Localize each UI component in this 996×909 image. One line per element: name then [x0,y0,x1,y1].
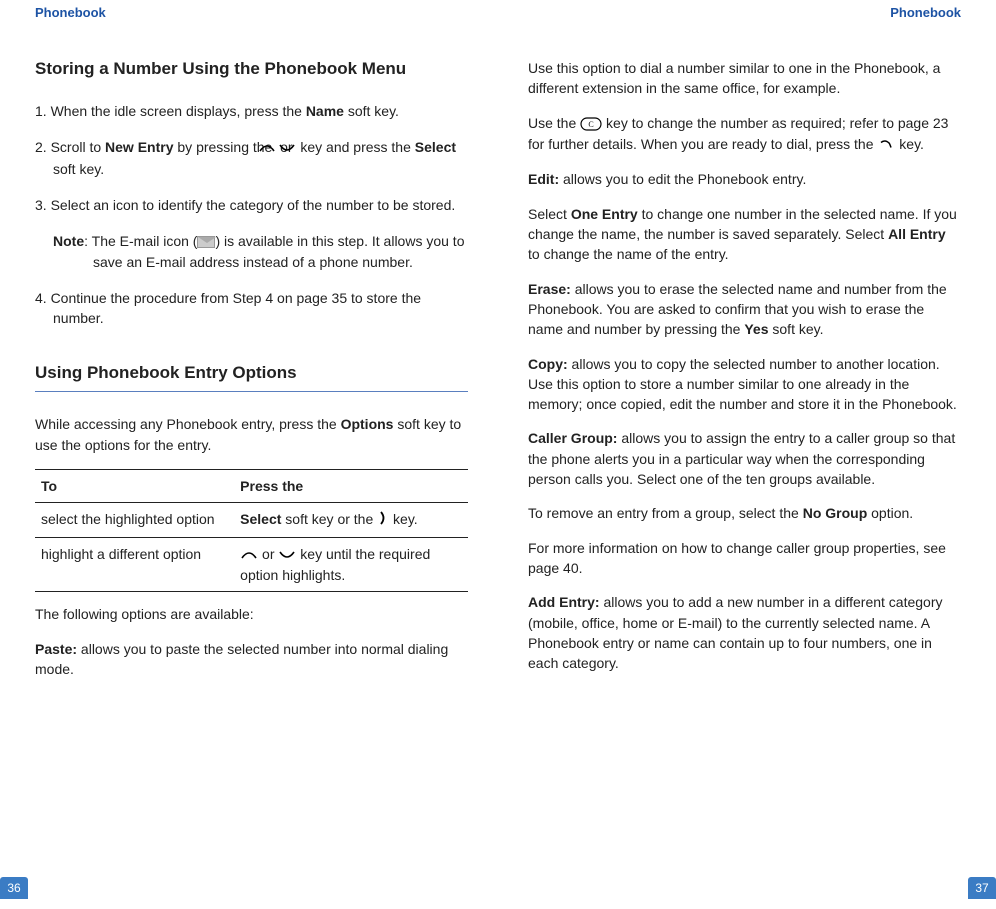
menu-item: New Entry [105,139,173,155]
softkey-name: Name [306,103,344,119]
text: allows you to copy the selected number t… [528,356,957,413]
text: : The E-mail icon ( [84,233,197,249]
option-label: Copy: [528,356,568,372]
text: option. [867,505,913,521]
step-3: 3. Select an icon to identify the catego… [35,195,468,215]
note-label: Note [53,233,84,249]
send-key-icon [877,135,895,155]
table-row: highlight a different option or key unti… [35,537,468,592]
heading-storing-number: Storing a Number Using the Phonebook Men… [35,58,468,81]
option-label: Edit: [528,171,559,187]
text: allows you to paste the selected number … [35,641,448,677]
menu-item: All Entry [888,226,946,242]
text: 1. When the idle screen displays, press … [35,103,306,119]
caller-group-more-info: For more information on how to change ca… [528,538,961,579]
option-add-entry: Add Entry: allows you to add a new numbe… [528,592,961,673]
softkey-yes: Yes [744,321,768,337]
paste-keys: Use the C key to change the number as re… [528,113,961,156]
text: allows you to edit the Phonebook entry. [559,171,806,187]
clear-key-icon: C [580,114,602,134]
option-label: Add Entry: [528,594,600,610]
step-2: 2. Scroll to New Entry by pressing the o… [35,137,468,179]
text: Select [528,206,571,222]
text: 2. Scroll to [35,139,105,155]
options-available: The following options are available: [35,604,468,624]
cell-press: or key until the required option highlig… [234,537,468,592]
note-email-icon: Note: The E-mail icon () is available in… [53,231,468,272]
menu-item: No Group [803,505,868,521]
email-icon [197,236,215,248]
text: or [258,546,278,562]
option-paste: Paste: allows you to paste the selected … [35,639,468,680]
up-key-icon [240,545,258,565]
option-label: Paste: [35,641,77,657]
table-header-row: To Press the [35,469,468,502]
col-to: To [35,469,234,502]
step-1: 1. When the idle screen displays, press … [35,101,468,121]
text: key. [895,136,924,152]
option-copy: Copy: allows you to copy the selected nu… [528,354,961,415]
option-erase: Erase: allows you to erase the selected … [528,279,961,340]
table-row: select the highlighted option Select sof… [35,503,468,537]
page-number-badge: 37 [968,877,996,899]
running-head-right: Phonebook [528,5,961,20]
text: soft key or the [281,511,377,527]
paste-usage: Use this option to dial a number similar… [528,58,961,99]
text: Use the [528,115,580,131]
text: key. [389,511,418,527]
text: to change the name of the entry. [528,246,729,262]
options-table: To Press the select the highlighted opti… [35,469,468,592]
edit-detail: Select One Entry to change one number in… [528,204,961,265]
text: soft key. [344,103,399,119]
page-number-badge: 36 [0,877,28,899]
page-36: Phonebook Storing a Number Using the Pho… [0,0,498,909]
option-caller-group: Caller Group: allows you to assign the e… [528,428,961,489]
option-edit: Edit: allows you to edit the Phonebook e… [528,169,961,189]
page-37: Phonebook Use this option to dial a numb… [498,0,996,909]
text: soft key. [53,161,104,177]
menu-item: One Entry [571,206,638,222]
svg-text:C: C [588,120,593,129]
down-key-icon [278,545,296,565]
option-label: Caller Group: [528,430,617,446]
send-key-icon [377,510,389,530]
softkey-select: Select [240,511,281,527]
text: To remove an entry from a group, select … [528,505,803,521]
options-intro: While accessing any Phonebook entry, pre… [35,414,468,455]
text: key and press the [296,139,414,155]
caller-group-remove: To remove an entry from a group, select … [528,503,961,523]
option-label: Erase: [528,281,571,297]
softkey-options: Options [341,416,394,432]
running-head-left: Phonebook [35,5,468,20]
cell-to: select the highlighted option [35,503,234,537]
text: allows you to erase the selected name an… [528,281,947,338]
cell-to: highlight a different option [35,537,234,592]
text: While accessing any Phonebook entry, pre… [35,416,341,432]
step-4: 4. Continue the procedure from Step 4 on… [35,288,468,329]
text: soft key. [769,321,824,337]
heading-entry-options: Using Phonebook Entry Options [35,362,468,392]
cell-press: Select soft key or the key. [234,503,468,537]
col-press: Press the [234,469,468,502]
softkey-select: Select [415,139,456,155]
